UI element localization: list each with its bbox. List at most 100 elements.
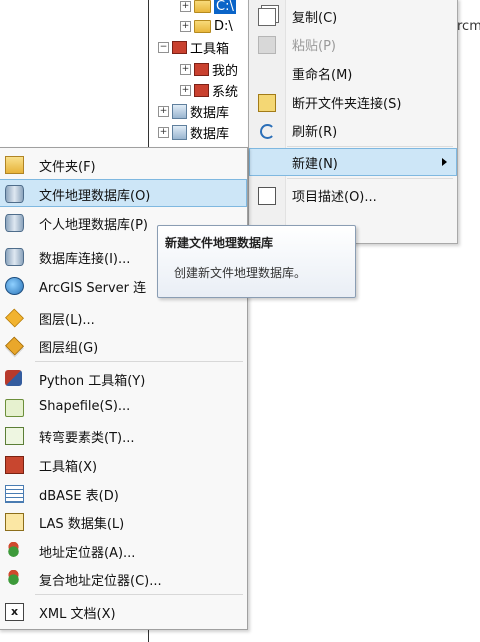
expand-icon[interactable]: + (180, 0, 191, 12)
menu-item-label: 断开文件夹连接(S) (292, 96, 402, 112)
submenu-arrow-icon (442, 158, 447, 166)
refresh-icon (260, 124, 275, 139)
file-geodatabase-icon (5, 185, 24, 203)
toolbox-icon (194, 62, 209, 76)
submenu-item-label: 复合地址定位器(C)... (39, 574, 162, 589)
toolbox-icon (172, 40, 187, 54)
menu-item-label: 项目描述(O)... (292, 189, 377, 205)
group-layer-icon (5, 336, 24, 356)
tree-node-database-servers[interactable]: + 数据库 (158, 101, 229, 121)
paste-icon (258, 36, 276, 54)
expand-icon[interactable]: + (158, 126, 169, 138)
submenu-item-address-locator[interactable]: 地址定位器(A)... (0, 536, 247, 564)
submenu-item-label: 地址定位器(A)... (39, 546, 136, 561)
submenu-item-label: 数据库连接(I)... (39, 252, 131, 267)
toolbox-icon (5, 456, 24, 474)
dbase-table-icon (5, 485, 24, 503)
menu-separator (287, 146, 453, 147)
python-toolbox-icon (5, 370, 22, 386)
tree-node-label: 我的 (212, 63, 239, 79)
truncated-path-text: rcm (457, 19, 480, 34)
submenu-item-label: LAS 数据集(L) (39, 517, 125, 532)
folder-icon (5, 156, 24, 174)
tree-node-system-toolboxes[interactable]: + 系统 (180, 80, 238, 100)
submenu-item-label: 文件地理数据库(O) (39, 189, 151, 204)
menu-item-label: 复制(C) (292, 10, 338, 26)
expand-icon[interactable]: + (158, 105, 169, 117)
tree-node-my-toolboxes[interactable]: + 我的 (180, 59, 238, 79)
tooltip-body: 创建新文件地理数据库。 (174, 266, 307, 280)
submenu-item-group-layer[interactable]: 图层组(G) (0, 331, 247, 359)
item-description-icon (258, 187, 276, 205)
submenu-item-label: 图层组(G) (39, 341, 99, 356)
new-submenu: 文件夹(F) 文件地理数据库(O) 个人地理数据库(P) 数据库连接(I)...… (0, 147, 248, 630)
las-dataset-icon (5, 513, 24, 531)
menu-item-item-description[interactable]: 项目描述(O)... (249, 181, 457, 209)
submenu-item-composite-locator[interactable]: 复合地址定位器(C)... (0, 564, 247, 592)
turn-feature-class-icon (5, 427, 24, 445)
disconnect-folder-icon (258, 94, 276, 112)
tree-node-label: D:\ (214, 18, 233, 34)
tree-node-label: C:\ (214, 0, 236, 14)
menu-item-refresh[interactable]: 刷新(R) (249, 116, 457, 144)
menu-item-rename[interactable]: 重命名(M) (249, 59, 457, 87)
menu-item-label: 刷新(R) (292, 124, 338, 140)
toolbox-icon (194, 83, 209, 97)
expand-icon[interactable]: + (180, 84, 191, 96)
folder-icon (194, 0, 211, 13)
context-menu: 复制(C) 粘贴(P) 重命名(M) 断开文件夹连接(S) 刷新(R) 新建(N… (248, 0, 458, 244)
submenu-item-file-geodatabase[interactable]: 文件地理数据库(O) (0, 179, 247, 207)
tree-node-database-connections[interactable]: + 数据库 (158, 122, 229, 142)
database-connection-icon (5, 248, 24, 266)
expand-icon[interactable]: + (180, 20, 191, 32)
submenu-item-label: 转弯要素类(T)... (39, 431, 135, 446)
tree-node-d-drive[interactable]: + D:\ (180, 16, 233, 36)
submenu-item-shapefile[interactable]: Shapefile(S)... (0, 393, 247, 421)
menu-item-label: 粘贴(P) (292, 38, 336, 54)
menu-item-copy[interactable]: 复制(C) (249, 2, 457, 30)
tree-node-label: 数据库 (190, 126, 230, 142)
tooltip-title: 新建文件地理数据库 (165, 236, 274, 250)
submenu-item-dbase-table[interactable]: dBASE 表(D) (0, 479, 247, 507)
menu-item-paste[interactable]: 粘贴(P) (249, 30, 457, 58)
submenu-item-label: 图层(L)... (39, 313, 95, 328)
submenu-item-label: dBASE 表(D) (39, 489, 119, 504)
composite-locator-icon (5, 570, 22, 586)
submenu-separator (35, 361, 243, 362)
expand-icon[interactable]: + (180, 63, 191, 75)
address-locator-icon (5, 542, 22, 558)
tree-node-label: 系统 (212, 84, 239, 100)
shapefile-icon (5, 399, 24, 417)
layer-icon (5, 308, 24, 328)
submenu-item-label: Shapefile(S)... (39, 399, 131, 414)
tree-node-c-drive[interactable]: + C:\ (180, 0, 236, 16)
menu-item-label: 新建(N) (292, 156, 338, 172)
tree-node-toolboxes[interactable]: − 工具箱 (158, 37, 229, 57)
submenu-item-folder[interactable]: 文件夹(F) (0, 150, 247, 178)
menu-item-label: 重命名(M) (292, 67, 353, 83)
tree-node-label: 工具箱 (190, 41, 230, 57)
collapse-icon[interactable]: − (158, 41, 169, 53)
submenu-item-layer[interactable]: 图层(L)... (0, 303, 247, 331)
menu-separator (287, 178, 453, 179)
submenu-item-label: 工具箱(X) (39, 460, 98, 475)
submenu-item-label: XML 文档(X) (39, 607, 116, 622)
submenu-separator (35, 594, 243, 595)
personal-geodatabase-icon (5, 214, 24, 232)
submenu-item-toolbox[interactable]: 工具箱(X) (0, 450, 247, 478)
menu-item-disconnect-folder[interactable]: 断开文件夹连接(S) (249, 88, 457, 116)
submenu-item-python-toolbox[interactable]: Python 工具箱(Y) (0, 364, 247, 392)
submenu-item-label: 文件夹(F) (39, 160, 96, 175)
submenu-item-label: 个人地理数据库(P) (39, 218, 148, 233)
submenu-item-turn-feature-class[interactable]: 转弯要素类(T)... (0, 421, 247, 449)
submenu-item-label: Python 工具箱(Y) (39, 374, 146, 389)
xml-document-icon: x (5, 603, 24, 621)
tree-node-label: 数据库 (190, 105, 230, 121)
menu-item-new[interactable]: 新建(N) (249, 148, 457, 176)
database-servers-icon (172, 103, 187, 119)
tooltip: 新建文件地理数据库 创建新文件地理数据库。 (157, 225, 356, 298)
folder-icon (194, 19, 211, 33)
copy-icon (258, 8, 276, 26)
submenu-item-xml-document[interactable]: x XML 文档(X) (0, 597, 247, 625)
submenu-item-las-dataset[interactable]: LAS 数据集(L) (0, 507, 247, 535)
